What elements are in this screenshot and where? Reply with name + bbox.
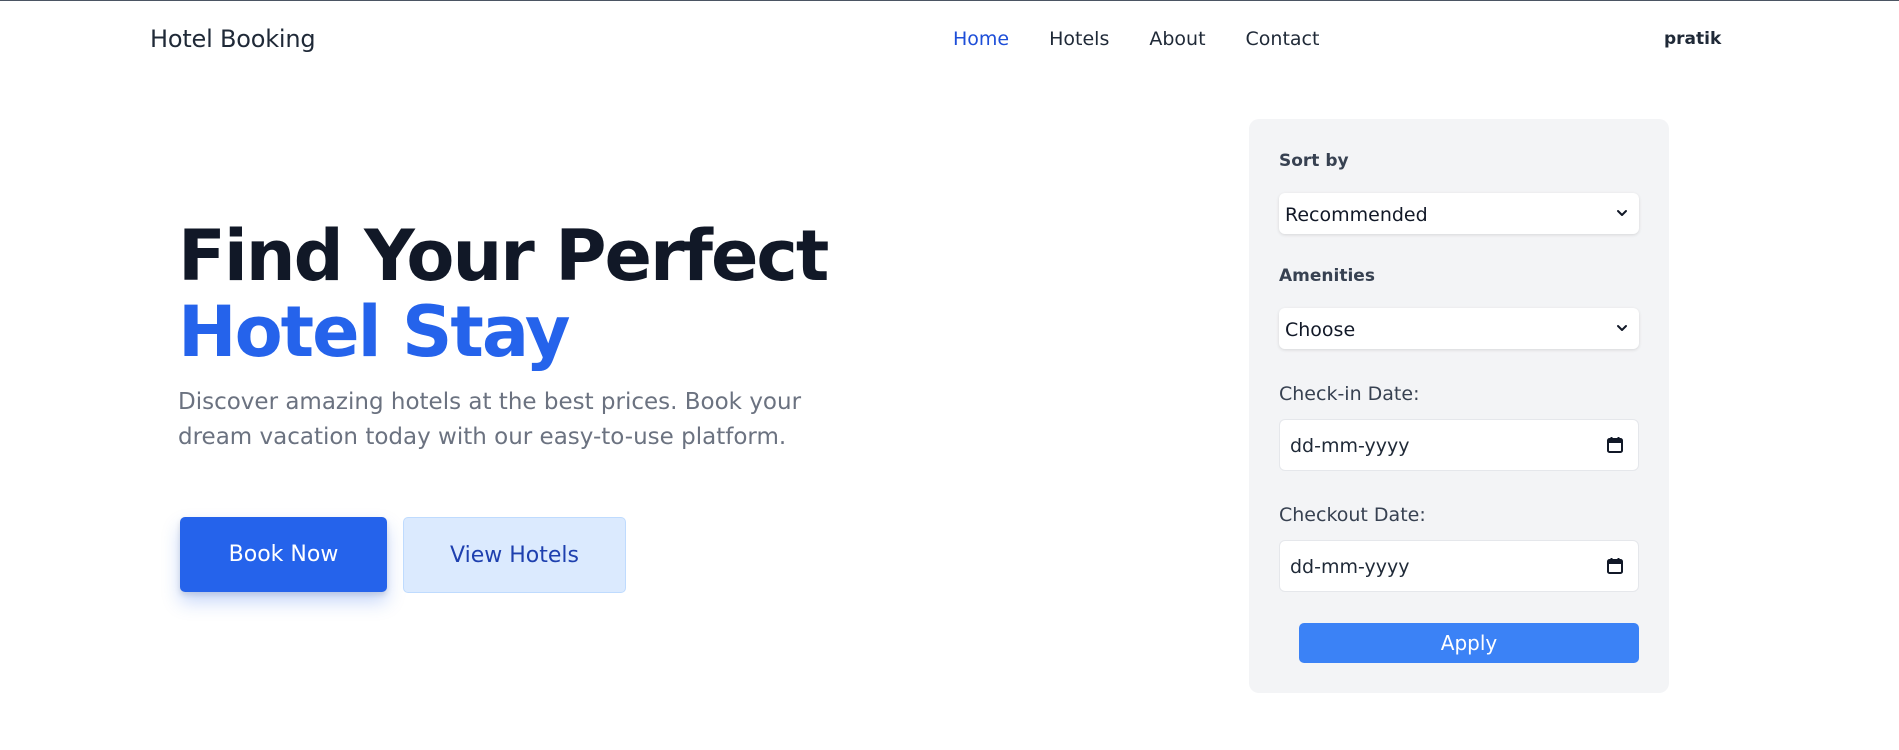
nav-link-contact[interactable]: Contact (1246, 28, 1320, 50)
hero-subtitle: Discover amazing hotels at the best pric… (178, 389, 802, 450)
amenities-value: Choose (1285, 319, 1356, 341)
hero-title-line1: Find Your Perfect (178, 215, 829, 297)
nav-link-home[interactable]: Home (953, 28, 1009, 50)
hero-section: Find Your Perfect Hotel Stay Discover am… (178, 218, 898, 455)
brand-logo[interactable]: Hotel Booking (150, 25, 316, 53)
hero-title: Find Your Perfect Hotel Stay (178, 218, 898, 370)
calendar-icon[interactable] (1606, 436, 1624, 454)
chevron-down-icon (1617, 210, 1627, 216)
amenities-select[interactable]: Choose (1279, 308, 1639, 349)
checkin-date-placeholder: dd-mm-yyyy (1290, 435, 1410, 457)
checkout-date-placeholder: dd-mm-yyyy (1290, 556, 1410, 578)
apply-button[interactable]: Apply (1299, 623, 1639, 663)
hero-title-line2: Hotel Stay (178, 291, 571, 373)
sort-by-label: Sort by (1279, 151, 1349, 171)
sort-by-value: Recommended (1285, 204, 1428, 226)
book-now-button[interactable]: Book Now (180, 517, 387, 592)
user-menu[interactable]: pratik (1664, 29, 1721, 49)
view-hotels-button[interactable]: View Hotels (403, 517, 626, 593)
nav-link-hotels[interactable]: Hotels (1049, 28, 1109, 50)
checkin-date-input[interactable]: dd-mm-yyyy (1279, 419, 1639, 471)
navbar: Hotel Booking Home Hotels About Contact … (0, 1, 1899, 79)
nav-link-about[interactable]: About (1149, 28, 1205, 50)
nav-links: Home Hotels About Contact (953, 28, 1319, 50)
sort-by-select[interactable]: Recommended (1279, 193, 1639, 234)
hero-actions: Book Now View Hotels (180, 517, 626, 593)
chevron-down-icon (1617, 325, 1627, 331)
calendar-icon[interactable] (1606, 557, 1624, 575)
amenities-label: Amenities (1279, 266, 1375, 286)
checkout-date-label: Checkout Date: (1279, 504, 1426, 526)
checkin-date-label: Check-in Date: (1279, 383, 1420, 405)
checkout-date-input[interactable]: dd-mm-yyyy (1279, 540, 1639, 592)
filter-panel: Sort by Recommended Amenities Choose Che… (1249, 119, 1669, 693)
